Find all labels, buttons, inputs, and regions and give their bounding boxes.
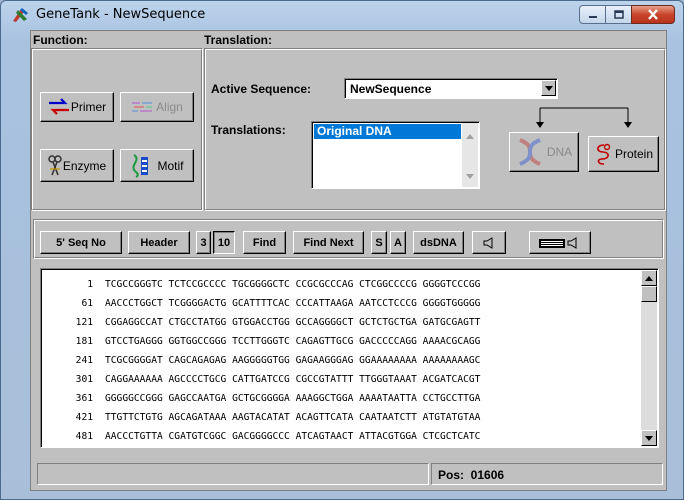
active-sequence-label: Active Sequence:	[211, 82, 312, 96]
minimize-icon	[588, 15, 597, 18]
keyboard-speaker-icon	[539, 236, 577, 249]
enzyme-label: Enzyme	[62, 158, 107, 173]
enzyme-scissors-icon	[48, 154, 62, 175]
speaker-icon	[483, 236, 493, 249]
motif-label: Motif	[157, 158, 184, 173]
row-sequence: TTGTTCTGTG AGCAGATAAA AAGTACATAT ACAGTTC…	[105, 412, 481, 423]
combo-dropdown-button[interactable]	[541, 80, 556, 96]
motif-button[interactable]: Motif	[120, 149, 194, 182]
dsdna-button[interactable]: dsDNA	[413, 231, 464, 254]
frame-3-button[interactable]: 3	[196, 231, 211, 254]
scroll-up-icon[interactable]	[466, 128, 474, 142]
row-number: 481	[75, 431, 93, 442]
close-icon	[648, 9, 658, 20]
frame-10-button[interactable]: 10	[213, 231, 235, 254]
row-number: 301	[75, 374, 93, 385]
main-window: GeneTank - NewSequence Function: Primer	[0, 0, 684, 500]
status-panel-left	[37, 463, 429, 485]
protein-icon	[597, 143, 611, 165]
minimize-button[interactable]	[579, 5, 606, 24]
status-panel-position: Pos: 01606	[431, 463, 663, 485]
scroll-up-icon	[645, 275, 653, 281]
title-bar[interactable]: GeneTank - NewSequence	[1, 1, 683, 29]
primer-arrows-icon	[48, 98, 69, 115]
translation-label: Translation:	[204, 33, 273, 47]
dna-button[interactable]: DNA	[509, 132, 579, 172]
seq-no-button[interactable]: 5' Seq No	[40, 231, 122, 254]
row-sequence: TCGCCGGGTC TCTCCGCCCC TGCGGGGCTC CCGCGCC…	[105, 279, 481, 290]
strand-a-button[interactable]: A	[390, 231, 406, 254]
sequence-text-area[interactable]: 1 TCGCCGGGTC TCTCCGCCCC TGCGGGGCTC CCGCGC…	[41, 275, 641, 445]
align-icon	[132, 102, 153, 112]
close-button[interactable]	[631, 5, 675, 24]
translations-scrollbar[interactable]	[462, 123, 478, 187]
scroll-down-icon	[645, 435, 653, 441]
caption-buttons	[579, 5, 675, 24]
find-next-button[interactable]: Find Next	[293, 231, 364, 254]
maximize-icon	[613, 10, 624, 19]
scroll-down-button[interactable]	[641, 430, 657, 446]
row-number: 241	[75, 355, 93, 366]
scroll-down-icon[interactable]	[466, 168, 474, 182]
row-sequence: AACCCTGGCT TCGGGGACTG GCATTTTCAC CCCATTA…	[105, 298, 481, 309]
chevron-down-icon	[544, 85, 553, 91]
header-button[interactable]: Header	[128, 231, 190, 254]
sequence-viewer[interactable]: 1 TCGCCGGGTC TCTCCGCCCC TGCGGGGCTC CCGCGC…	[40, 268, 659, 448]
find-button[interactable]: Find	[243, 231, 286, 254]
primer-label: Primer	[70, 100, 107, 114]
sequence-scrollbar[interactable]	[641, 270, 657, 446]
strand-s-button[interactable]: S	[371, 231, 387, 254]
row-number: 121	[75, 317, 93, 328]
enzyme-button[interactable]: Enzyme	[40, 149, 114, 182]
row-sequence: TCGCGGGGAT CAGCAGAGAG AAGGGGGTGG GAGAAGG…	[105, 355, 481, 366]
genetank-logo-icon	[13, 8, 28, 22]
position-readout: Pos: 01606	[438, 468, 505, 482]
row-sequence: GTCCTGAGGG GGTGGCCGGG TCCTTGGGTC CAGAGTT…	[105, 336, 481, 347]
primer-button[interactable]: Primer	[40, 92, 114, 122]
row-number: 421	[75, 412, 93, 423]
row-sequence: CGGAGGCCAT CTGCCTATGG GTGGACCTGG GCCAGGG…	[105, 317, 481, 328]
window-title: GeneTank - NewSequence	[36, 7, 206, 22]
row-number: 361	[75, 393, 93, 404]
protein-button-label: Protein	[614, 147, 654, 161]
row-sequence: AACCCTGTTA CGATGTCGGC GACGGGGCCC ATCAGTA…	[105, 431, 481, 442]
translations-list[interactable]: Original DNA	[311, 121, 480, 189]
row-number: 1	[87, 279, 93, 290]
align-label: Align	[156, 100, 183, 114]
translations-label: Translations:	[211, 123, 286, 137]
function-label: Function:	[33, 33, 88, 47]
row-sequence: GGGGGCCGGG GAGCCAATGA GCTGCGGGGA AAAGGCT…	[105, 393, 481, 404]
client-area: Function: Primer Align Enzyme Motif Tran…	[30, 30, 667, 491]
align-button[interactable]: Align	[120, 92, 194, 122]
scroll-thumb[interactable]	[641, 286, 657, 302]
maximize-button[interactable]	[605, 5, 632, 24]
function-panel	[31, 48, 203, 211]
scroll-up-button[interactable]	[641, 270, 657, 286]
row-number: 181	[75, 336, 93, 347]
active-sequence-value: NewSequence	[350, 82, 432, 96]
motif-icon	[132, 153, 149, 178]
dna-helix-icon	[518, 138, 541, 166]
row-number: 61	[81, 298, 93, 309]
speaker-button[interactable]	[472, 231, 506, 254]
dna-button-label: DNA	[546, 145, 573, 159]
active-sequence-combo[interactable]: NewSequence	[344, 78, 558, 99]
keyboard-speaker-button[interactable]	[529, 231, 591, 254]
list-item-original-dna[interactable]: Original DNA	[314, 124, 461, 139]
translation-connector-lines	[536, 107, 632, 128]
protein-button[interactable]: Protein	[588, 136, 659, 172]
row-sequence: CAGGAAAAAA AGCCCCTGCG CATTGATCCG CGCCGTA…	[105, 374, 481, 385]
